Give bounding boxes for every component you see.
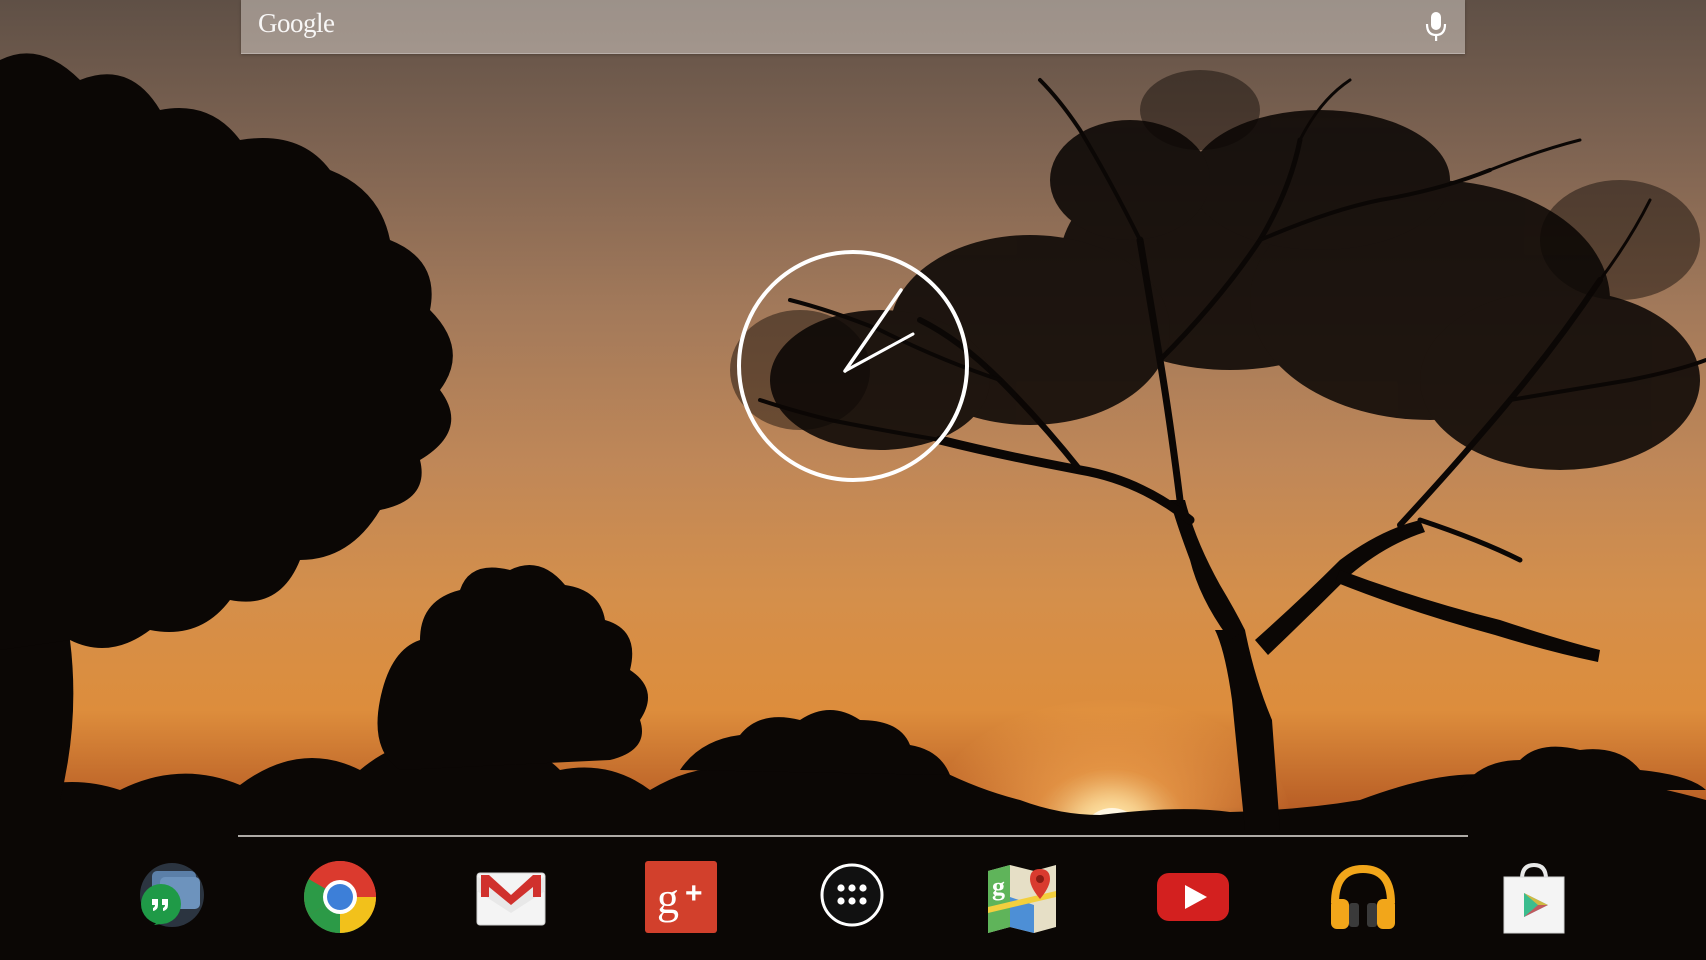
gmail-icon[interactable]: [471, 857, 551, 937]
svg-text:g: g: [992, 872, 1005, 901]
google-plus-icon[interactable]: g +: [641, 857, 721, 937]
hangouts-icon[interactable]: [130, 857, 210, 937]
google-search-bar[interactable]: Google: [241, 0, 1465, 54]
analog-clock-widget[interactable]: [735, 248, 971, 484]
search-label: Google: [258, 8, 335, 38]
svg-text:+: +: [685, 877, 703, 910]
app-drawer-icon[interactable]: [812, 857, 892, 937]
clock-hour-hand: [843, 332, 915, 373]
dock-divider: [238, 835, 1468, 837]
home-screen: Google g + g: [0, 0, 1706, 960]
mic-icon[interactable]: [1421, 8, 1451, 46]
clock-minute-hand: [843, 288, 903, 373]
maps-icon[interactable]: g: [982, 857, 1062, 937]
play-store-icon[interactable]: [1494, 857, 1574, 937]
svg-text:g: g: [657, 874, 679, 923]
headphones-icon[interactable]: [1323, 857, 1403, 937]
youtube-icon[interactable]: [1153, 857, 1233, 937]
app-dock: g + g: [0, 838, 1706, 960]
chrome-icon[interactable]: [300, 857, 380, 937]
